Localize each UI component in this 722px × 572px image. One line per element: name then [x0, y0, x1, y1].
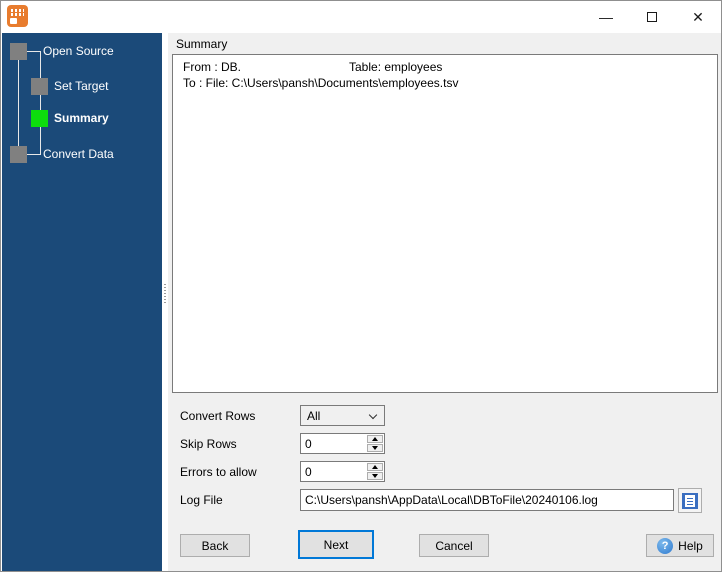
window-controls: — ✕ [583, 1, 721, 33]
summary-table-text: Table: employees [349, 60, 443, 74]
app-window: — ✕ Open Source Set Target Summary Conve… [0, 0, 722, 572]
app-icon-detail [11, 9, 24, 12]
tree-connector [40, 51, 41, 155]
skip-rows-spin-buttons [367, 435, 383, 452]
summary-from-text: From : DB. [183, 60, 242, 74]
triangle-down-icon [372, 446, 378, 450]
skip-rows-stepper [300, 433, 385, 454]
convert-rows-value: All [307, 408, 321, 423]
spin-up-button[interactable] [367, 435, 383, 443]
window-body: Open Source Set Target Summary Convert D… [2, 33, 721, 571]
triangle-up-icon [372, 465, 378, 469]
back-button[interactable]: Back [180, 534, 250, 557]
help-question-icon: ? [657, 537, 674, 554]
tree-connector [27, 51, 41, 52]
step-marker-convert-data[interactable] [10, 146, 27, 163]
tree-connector [27, 154, 41, 155]
help-button-label: Help [678, 538, 703, 553]
app-icon [7, 5, 28, 27]
help-button[interactable]: ? Help [646, 534, 714, 557]
spin-down-button[interactable] [367, 472, 383, 480]
summary-to-text: To : File: C:\Users\pansh\Documents\empl… [183, 76, 459, 90]
close-button[interactable]: ✕ [675, 1, 721, 33]
sidebar-item-open-source[interactable]: Open Source [43, 43, 114, 60]
cancel-button[interactable]: Cancel [419, 534, 489, 557]
maximize-button[interactable] [629, 1, 675, 33]
errors-spin-buttons [367, 463, 383, 480]
triangle-down-icon [372, 474, 378, 478]
spin-up-button[interactable] [367, 463, 383, 471]
view-log-button[interactable] [678, 488, 702, 513]
maximize-icon [647, 12, 657, 22]
spin-down-button[interactable] [367, 444, 383, 452]
summary-textbox[interactable]: From : DB. Table: employees To : File: C… [172, 54, 718, 393]
next-button[interactable]: Next [298, 530, 374, 559]
log-file-input[interactable] [300, 489, 674, 511]
step-marker-summary-active[interactable] [31, 110, 48, 127]
app-icon-detail [11, 13, 24, 16]
document-page-icon [685, 494, 695, 507]
sidebar-item-set-target[interactable]: Set Target [54, 78, 108, 95]
splitter-grip-icon [164, 284, 166, 304]
triangle-up-icon [372, 437, 378, 441]
app-icon-detail [10, 18, 17, 24]
step-marker-open-source[interactable] [10, 43, 27, 60]
skip-rows-label: Skip Rows [180, 437, 237, 451]
errors-to-allow-stepper [300, 461, 385, 482]
tree-connector [18, 60, 19, 147]
main-panel: Summary From : DB. Table: employees To :… [168, 33, 721, 571]
minimize-button[interactable]: — [583, 1, 629, 33]
chevron-down-icon [368, 410, 378, 420]
title-bar[interactable]: — ✕ [1, 1, 721, 33]
convert-rows-select[interactable]: All [300, 405, 385, 426]
sidebar-item-convert-data[interactable]: Convert Data [43, 146, 114, 163]
log-document-icon [682, 492, 698, 509]
log-file-field [300, 489, 674, 511]
sidebar-item-summary[interactable]: Summary [54, 110, 109, 127]
errors-to-allow-label: Errors to allow [180, 465, 257, 479]
convert-rows-label: Convert Rows [180, 409, 256, 423]
log-file-label: Log File [180, 493, 223, 507]
wizard-sidebar: Open Source Set Target Summary Convert D… [2, 33, 162, 571]
summary-group-label: Summary [176, 37, 228, 51]
step-marker-set-target[interactable] [31, 78, 48, 95]
